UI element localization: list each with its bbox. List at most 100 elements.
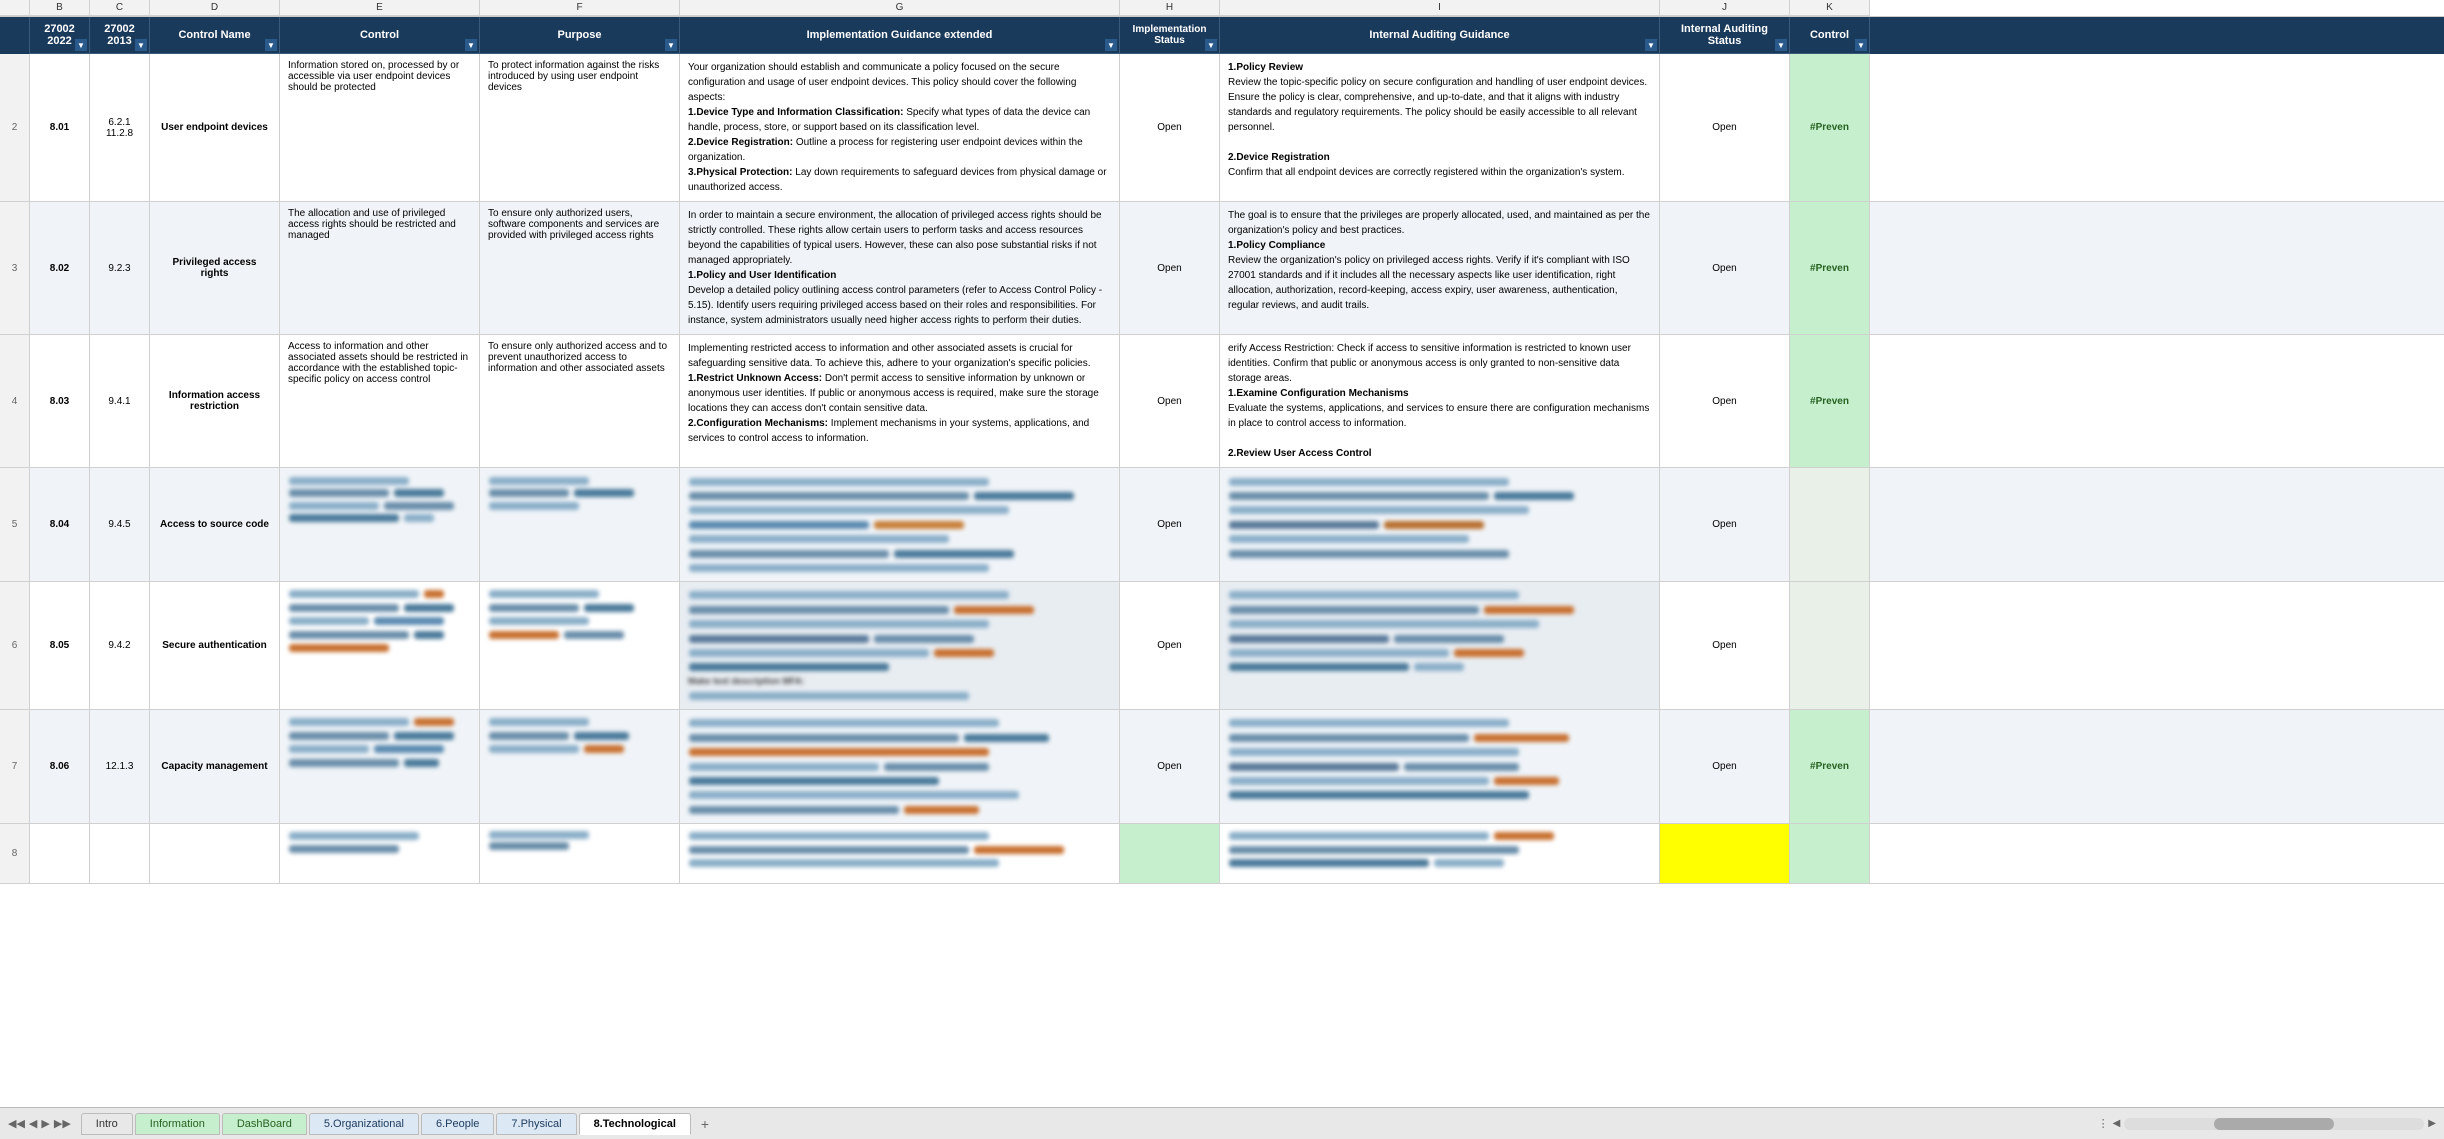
col-header-h[interactable]: H [1120, 0, 1220, 16]
add-sheet-button[interactable]: + [693, 1114, 717, 1134]
cell-g6[interactable]: Make text description MFA: [680, 582, 1120, 709]
filter-icon-d[interactable]: ▼ [265, 39, 277, 51]
cell-c8[interactable] [90, 824, 150, 883]
tab-dashboard[interactable]: DashBoard [222, 1113, 307, 1135]
filter-icon-c[interactable]: ▼ [135, 39, 147, 51]
cell-f6[interactable] [480, 582, 680, 709]
cell-f4[interactable]: To ensure only authorized access and to … [480, 335, 680, 467]
cell-g7[interactable] [680, 710, 1120, 823]
subheader-j[interactable]: Internal Auditing Status ▼ [1660, 17, 1790, 54]
subheader-e[interactable]: Control ▼ [280, 17, 480, 54]
cell-e4[interactable]: Access to information and other associat… [280, 335, 480, 467]
cell-j3[interactable]: Open [1660, 202, 1790, 334]
scroll-left-btn[interactable]: ◀ [2113, 1118, 2121, 1129]
cell-f8[interactable] [480, 824, 680, 883]
col-header-i[interactable]: I [1220, 0, 1660, 16]
cell-k8[interactable] [1790, 824, 1870, 883]
cell-g2[interactable]: Your organization should establish and c… [680, 54, 1120, 201]
nav-next-icon[interactable]: ▶ [41, 1117, 49, 1130]
cell-e5[interactable] [280, 468, 480, 581]
cell-j8[interactable] [1660, 824, 1790, 883]
cell-e2[interactable]: Information stored on, processed by or a… [280, 54, 480, 201]
cell-g5[interactable] [680, 468, 1120, 581]
tab-information[interactable]: Information [135, 1113, 220, 1135]
subheader-h[interactable]: Implementation Status ▼ [1120, 17, 1220, 54]
cell-h4[interactable]: Open [1120, 335, 1220, 467]
cell-k4[interactable]: #Preven [1790, 335, 1870, 467]
col-header-b[interactable]: B [30, 0, 90, 16]
col-header-f[interactable]: F [480, 0, 680, 16]
cell-i5[interactable] [1220, 468, 1660, 581]
cell-k6[interactable] [1790, 582, 1870, 709]
nav-first-icon[interactable]: ◀◀ [8, 1117, 25, 1130]
cell-k7[interactable]: #Preven [1790, 710, 1870, 823]
cell-b4[interactable]: 8.03 [30, 335, 90, 467]
tab-intro[interactable]: Intro [81, 1113, 133, 1135]
cell-h6[interactable]: Open [1120, 582, 1220, 709]
tab-organizational[interactable]: 5.Organizational [309, 1113, 419, 1135]
cell-d5[interactable]: Access to source code [150, 468, 280, 581]
cell-g3[interactable]: In order to maintain a secure environmen… [680, 202, 1120, 334]
cell-b8[interactable] [30, 824, 90, 883]
cell-c5[interactable]: 9.4.5 [90, 468, 150, 581]
cell-d3[interactable]: Privileged access rights [150, 202, 280, 334]
scroll-right-btn[interactable]: ▶ [2428, 1118, 2436, 1129]
filter-icon-f[interactable]: ▼ [665, 39, 677, 51]
cell-e8[interactable] [280, 824, 480, 883]
cell-d6[interactable]: Secure authentication [150, 582, 280, 709]
horizontal-scrollbar[interactable] [2124, 1118, 2424, 1130]
cell-c3[interactable]: 9.2.3 [90, 202, 150, 334]
cell-d8[interactable] [150, 824, 280, 883]
cell-j6[interactable]: Open [1660, 582, 1790, 709]
cell-i6[interactable] [1220, 582, 1660, 709]
cell-h8[interactable] [1120, 824, 1220, 883]
subheader-i[interactable]: Internal Auditing Guidance ▼ [1220, 17, 1660, 54]
filter-icon-g[interactable]: ▼ [1105, 39, 1117, 51]
filter-icon-e[interactable]: ▼ [465, 39, 477, 51]
cell-b6[interactable]: 8.05 [30, 582, 90, 709]
tab-people[interactable]: 6.People [421, 1113, 494, 1135]
filter-icon-j[interactable]: ▼ [1775, 39, 1787, 51]
cell-c6[interactable]: 9.4.2 [90, 582, 150, 709]
cell-d2[interactable]: User endpoint devices [150, 54, 280, 201]
cell-h5[interactable]: Open [1120, 468, 1220, 581]
cell-j7[interactable]: Open [1660, 710, 1790, 823]
cell-f3[interactable]: To ensure only authorized users, softwar… [480, 202, 680, 334]
cell-e6[interactable] [280, 582, 480, 709]
col-header-e[interactable]: E [280, 0, 480, 16]
nav-prev-icon[interactable]: ◀ [29, 1117, 37, 1130]
cell-i3[interactable]: The goal is to ensure that the privilege… [1220, 202, 1660, 334]
cell-b7[interactable]: 8.06 [30, 710, 90, 823]
subheader-c[interactable]: 27002 2013 ▼ [90, 17, 150, 54]
cell-j2[interactable]: Open [1660, 54, 1790, 201]
cell-c4[interactable]: 9.4.1 [90, 335, 150, 467]
cell-i2[interactable]: 1.Policy Review Review the topic-specifi… [1220, 54, 1660, 201]
cell-f2[interactable]: To protect information against the risks… [480, 54, 680, 201]
cell-f5[interactable] [480, 468, 680, 581]
cell-i4[interactable]: erify Access Restriction: Check if acces… [1220, 335, 1660, 467]
filter-icon-h[interactable]: ▼ [1205, 39, 1217, 51]
filter-icon-b[interactable]: ▼ [75, 39, 87, 51]
col-header-d[interactable]: D [150, 0, 280, 16]
nav-last-icon[interactable]: ▶▶ [54, 1117, 71, 1130]
cell-i7[interactable] [1220, 710, 1660, 823]
cell-h3[interactable]: Open [1120, 202, 1220, 334]
subheader-b[interactable]: 27002 2022 ▼ [30, 17, 90, 54]
cell-j5[interactable]: Open [1660, 468, 1790, 581]
col-header-k[interactable]: K [1790, 0, 1870, 16]
sheet-nav-arrows[interactable]: ◀◀ ◀ ▶ ▶▶ [8, 1117, 71, 1130]
subheader-g[interactable]: Implementation Guidance extended ▼ [680, 17, 1120, 54]
cell-b2[interactable]: 8.01 [30, 54, 90, 201]
cell-d7[interactable]: Capacity management [150, 710, 280, 823]
scrollbar-thumb[interactable] [2214, 1118, 2334, 1130]
cell-g4[interactable]: Implementing restricted access to inform… [680, 335, 1120, 467]
cell-h2[interactable]: Open [1120, 54, 1220, 201]
subheader-f[interactable]: Purpose ▼ [480, 17, 680, 54]
cell-b5[interactable]: 8.04 [30, 468, 90, 581]
cell-c2[interactable]: 6.2.111.2.8 [90, 54, 150, 201]
cell-h7[interactable]: Open [1120, 710, 1220, 823]
cell-d4[interactable]: Information access restriction [150, 335, 280, 467]
col-header-g[interactable]: G [680, 0, 1120, 16]
cell-k5[interactable] [1790, 468, 1870, 581]
cell-f7[interactable] [480, 710, 680, 823]
